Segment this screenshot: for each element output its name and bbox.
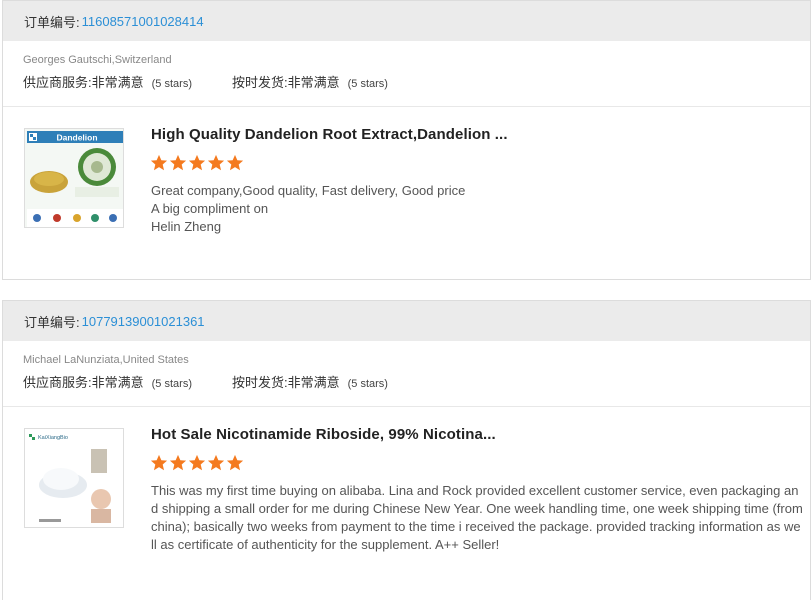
- rating-value: 非常满意: [287, 75, 340, 90]
- star-icon: [207, 454, 225, 471]
- review-line: Helin Zheng: [151, 219, 222, 234]
- order-number-link[interactable]: 10779139001021361: [82, 314, 205, 329]
- supplier-service-rating: 供应商服务: 非常满意 (5 stars): [23, 375, 192, 392]
- order-number-link[interactable]: 11608571001028414: [82, 14, 204, 29]
- star-icon: [150, 154, 168, 171]
- order-header: 订单编号: 10779139001021361: [3, 301, 810, 341]
- review-stars: [150, 454, 244, 472]
- on-time-shipping-rating: 按时发货: 非常满意 (5 stars): [232, 75, 388, 92]
- star-icon: [226, 454, 244, 471]
- review-line: A big compliment on: [151, 201, 269, 216]
- rating-stars-note: (5 stars): [347, 378, 388, 390]
- star-icon: [169, 454, 187, 471]
- review-text: Great company,Good quality, Fast deliver…: [151, 182, 803, 236]
- star-icon: [188, 154, 206, 171]
- rating-stars-note: (5 stars): [151, 78, 192, 90]
- order-card: 订单编号: 11608571001028414 Georges Gautschi…: [2, 0, 811, 280]
- on-time-shipping-rating: 按时发货: 非常满意 (5 stars): [232, 375, 388, 392]
- product-review: KaiXiangBio Hot Sale Nicotinamide Ribosi…: [3, 407, 810, 577]
- star-icon: [207, 154, 225, 171]
- supplier-ratings: 供应商服务: 非常满意 (5 stars) 按时发货: 非常满意 (5 star…: [23, 375, 810, 392]
- rating-value: 非常满意: [91, 75, 144, 90]
- buyer-info: Michael LaNunziata,United States 供应商服务: …: [3, 341, 810, 407]
- rating-value: 非常满意: [287, 375, 340, 390]
- order-number-label: 订单编号:: [24, 314, 80, 330]
- product-thumbnail[interactable]: Dandelion: [24, 128, 124, 228]
- product-review: Dandelion High Quality Dandelion Root Ex…: [3, 107, 810, 277]
- rating-label: 按时发货:: [231, 375, 288, 390]
- buyer-info: Georges Gautschi,Switzerland 供应商服务: 非常满意…: [3, 41, 810, 107]
- review-text: This was my first time buying on alibaba…: [151, 483, 803, 552]
- product-title-link[interactable]: Hot Sale Nicotinamide Riboside, 99% Nico…: [151, 426, 496, 443]
- star-icon: [188, 454, 206, 471]
- review-stars: [150, 154, 244, 172]
- order-header: 订单编号: 11608571001028414: [3, 1, 810, 41]
- order-card: 订单编号: 10779139001021361 Michael LaNunzia…: [2, 300, 811, 600]
- review-line: Great company,Good quality, Fast deliver…: [151, 183, 466, 198]
- star-icon: [226, 154, 244, 171]
- thumb-brand-label: Dandelion: [56, 133, 97, 143]
- buyer-name: Michael LaNunziata,United States: [23, 354, 189, 366]
- star-icon: [169, 154, 187, 171]
- thumb-brand-label: KaiXiangBio: [38, 435, 68, 441]
- buyer-name: Georges Gautschi,Switzerland: [23, 54, 172, 66]
- product-thumbnail[interactable]: KaiXiangBio: [24, 428, 124, 528]
- star-icon: [150, 454, 168, 471]
- product-title-link[interactable]: High Quality Dandelion Root Extract,Dand…: [151, 126, 508, 143]
- supplier-service-rating: 供应商服务: 非常满意 (5 stars): [23, 75, 192, 92]
- rating-stars-note: (5 stars): [347, 78, 388, 90]
- supplier-ratings: 供应商服务: 非常满意 (5 stars) 按时发货: 非常满意 (5 star…: [23, 75, 810, 92]
- rating-stars-note: (5 stars): [151, 378, 192, 390]
- rating-label: 按时发货:: [231, 75, 288, 90]
- rating-label: 供应商服务:: [23, 75, 92, 90]
- rating-value: 非常满意: [91, 375, 144, 390]
- rating-label: 供应商服务:: [23, 375, 92, 390]
- order-number-label: 订单编号:: [24, 14, 80, 30]
